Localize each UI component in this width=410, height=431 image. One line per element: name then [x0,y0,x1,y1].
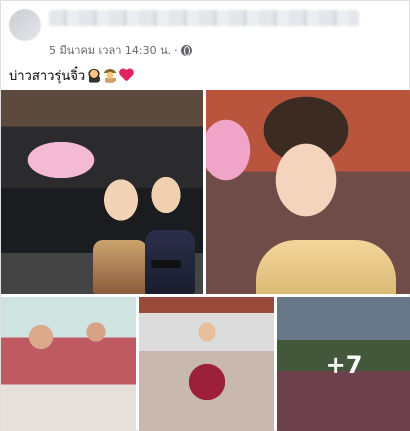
gallery-photo-5[interactable]: +7 [277,297,410,431]
red-heart-emoji-icon [119,69,133,82]
gallery-photo-1[interactable] [1,90,203,294]
post-meta: 5 มีนาคม เวลา 14:30 น. · [49,41,192,59]
author-avatar[interactable] [9,9,41,41]
person-bowing-emoji-icon [87,68,102,83]
facebook-post-card: 5 มีนาคม เวลา 14:30 น. · บ่าวสาวรุ่นจิ๋ว… [0,0,410,431]
photo-subject-girl [93,240,147,294]
gallery-photo-3[interactable] [1,297,136,431]
post-header: 5 มีนาคม เวลา 14:30 น. · [1,1,410,63]
caption-text: บ่าวสาวรุ่นจิ๋ว [9,69,86,84]
sunglasses-detail [151,260,181,268]
more-photos-count: +7 [325,350,363,379]
photo-subject-gown [256,240,396,294]
globe-icon [180,44,192,56]
post-timestamp[interactable]: 5 มีนาคม เวลา 14:30 น. [49,41,171,59]
post-caption: บ่าวสาวรุ่นจิ๋ว [9,65,133,86]
gallery-photo-2[interactable] [206,90,410,294]
more-photos-overlay[interactable]: +7 [277,297,410,431]
meta-separator: · [174,43,178,57]
gallery-photo-4[interactable] [139,297,274,431]
author-name-blurred[interactable] [49,10,359,26]
person-hat-emoji-icon [103,68,118,83]
